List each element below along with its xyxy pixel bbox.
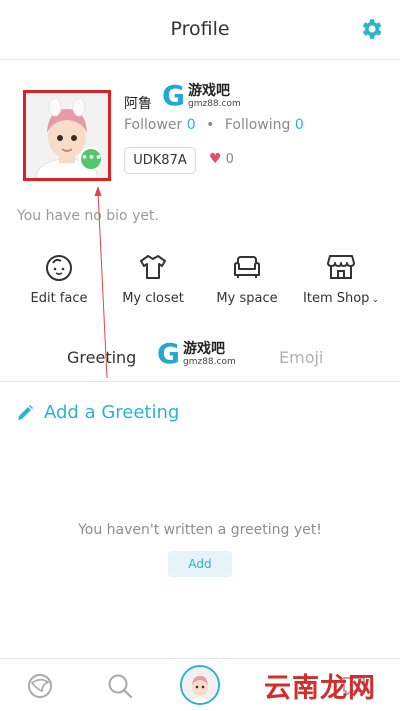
my-space-label: My space: [216, 291, 278, 306]
follower-label[interactable]: Follower: [124, 117, 182, 133]
watermark-mark: G: [162, 79, 185, 112]
following-label[interactable]: Following: [225, 117, 291, 133]
add-greeting-link[interactable]: Add a Greeting: [16, 402, 179, 423]
chevron-down-icon: ⌄: [371, 295, 379, 305]
sofa-icon: [234, 256, 260, 278]
separator: •: [206, 117, 215, 133]
watermark-url: gmz88.com: [182, 356, 236, 367]
gear-icon[interactable]: [358, 16, 384, 42]
shop-icon: [327, 255, 355, 279]
home-icon[interactable]: [26, 672, 54, 704]
corner-watermark: 云南龙网: [264, 673, 376, 704]
empty-greeting-message: You haven't written a greeting yet!: [78, 522, 322, 538]
add-greeting-label: Add a Greeting: [44, 402, 180, 423]
pencil-icon: [18, 404, 33, 420]
tab-greeting[interactable]: Greeting: [67, 348, 136, 367]
likes-count: 0: [225, 152, 234, 167]
watermark-logo: G 游戏吧 gmz88.com: [162, 82, 241, 110]
avatar-options-button[interactable]: •••: [79, 147, 103, 171]
tab-emoji[interactable]: Emoji: [279, 348, 323, 367]
watermark-logo-center: G 游戏吧 gmz88.com: [157, 340, 236, 368]
item-shop-button[interactable]: Item Shop ⌄: [302, 252, 380, 306]
username: 阿鲁: [124, 96, 152, 112]
page-title: Profile: [170, 18, 230, 40]
my-space-button[interactable]: My space: [214, 252, 280, 306]
watermark-name: 游戏吧: [182, 340, 225, 357]
bio-text[interactable]: You have no bio yet.: [17, 208, 159, 224]
follower-count[interactable]: 0: [187, 117, 196, 133]
follow-stats: Follower 0 • Following 0: [124, 117, 304, 133]
item-shop-label: Item Shop ⌄: [303, 291, 379, 306]
edit-face-label: Edit face: [30, 291, 88, 306]
shirt-icon: [140, 255, 166, 279]
heart-icon: ♥: [209, 151, 222, 167]
edit-face-button[interactable]: Edit face: [28, 252, 90, 306]
user-id-badge[interactable]: UDK87A: [124, 147, 196, 174]
face-icon: [46, 255, 72, 281]
header: Profile: [0, 0, 400, 60]
likes[interactable]: ♥ 0: [209, 151, 234, 167]
search-icon[interactable]: [106, 672, 134, 704]
watermark-name: 游戏吧: [187, 82, 230, 99]
my-closet-label: My closet: [122, 291, 184, 306]
my-closet-button[interactable]: My closet: [120, 252, 186, 306]
watermark-mark: G: [157, 337, 180, 370]
following-count[interactable]: 0: [295, 117, 304, 133]
profile-avatar[interactable]: [180, 665, 220, 705]
watermark-url: gmz88.com: [187, 98, 241, 109]
add-button[interactable]: Add: [168, 551, 232, 577]
